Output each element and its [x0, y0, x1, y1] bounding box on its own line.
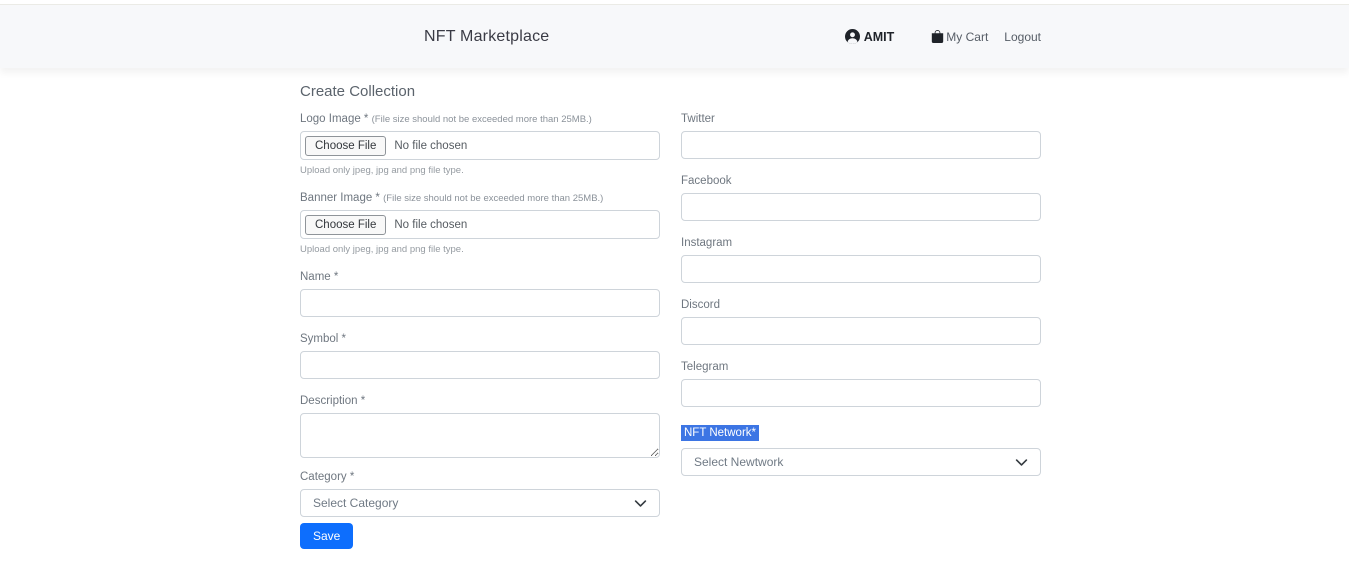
nft-network-select[interactable]: Select Newtwork: [681, 448, 1041, 476]
nav-cart-label: My Cart: [946, 30, 988, 44]
category-select[interactable]: Select Category: [300, 489, 660, 517]
logo-image-size-note: (File size should not be exceeded more t…: [372, 114, 592, 125]
telegram-label: Telegram: [681, 361, 1041, 373]
description-field[interactable]: [300, 413, 660, 458]
bag-icon: [931, 30, 944, 43]
network-selected-value: Select Newtwork: [694, 455, 783, 469]
nav-logout[interactable]: Logout: [1004, 30, 1041, 44]
chevron-down-icon: [634, 497, 647, 510]
logo-choose-file-button[interactable]: Choose File: [305, 136, 386, 156]
instagram-group: Instagram: [681, 237, 1041, 283]
nft-network-group: NFT Network* Select Newtwork: [681, 423, 1041, 476]
description-group: Description *: [300, 395, 660, 458]
person-circle-icon: [845, 29, 860, 44]
brand-title: NFT Marketplace: [424, 28, 549, 46]
save-button[interactable]: Save: [300, 523, 353, 549]
category-label: Category *: [300, 471, 660, 483]
logo-image-label: Logo Image * (File size should not be ex…: [300, 113, 660, 125]
description-label: Description *: [300, 395, 660, 407]
discord-label: Discord: [681, 299, 1041, 311]
create-collection-form: Create Collection Logo Image * (File siz…: [300, 83, 1041, 549]
banner-choose-file-button[interactable]: Choose File: [305, 215, 386, 235]
symbol-field[interactable]: [300, 351, 660, 379]
logo-file-input[interactable]: Choose File No file chosen: [300, 131, 660, 160]
name-label: Name *: [300, 271, 660, 283]
logo-helper-text: Upload only jpeg, jpg and png file type.: [300, 165, 660, 176]
name-field[interactable]: [300, 289, 660, 317]
telegram-group: Telegram: [681, 361, 1041, 407]
symbol-group: Symbol *: [300, 333, 660, 379]
form-left-column: Logo Image * (File size should not be ex…: [300, 113, 660, 549]
facebook-group: Facebook: [681, 175, 1041, 221]
nav-user-menu[interactable]: AMIT: [845, 29, 895, 44]
nav-my-cart[interactable]: My Cart: [931, 30, 988, 44]
twitter-field[interactable]: [681, 131, 1041, 159]
twitter-label: Twitter: [681, 113, 1041, 125]
category-selected-value: Select Category: [313, 496, 398, 510]
banner-helper-text: Upload only jpeg, jpg and png file type.: [300, 244, 660, 255]
discord-field[interactable]: [681, 317, 1041, 345]
facebook-label: Facebook: [681, 175, 1041, 187]
page-title: Create Collection: [300, 83, 1041, 100]
banner-file-status: No file chosen: [394, 219, 467, 231]
facebook-field[interactable]: [681, 193, 1041, 221]
twitter-group: Twitter: [681, 113, 1041, 159]
instagram-label: Instagram: [681, 237, 1041, 249]
logo-image-group: Logo Image * (File size should not be ex…: [300, 113, 660, 176]
symbol-label: Symbol *: [300, 333, 660, 345]
banner-image-group: Banner Image * (File size should not be …: [300, 192, 660, 255]
instagram-field[interactable]: [681, 255, 1041, 283]
telegram-field[interactable]: [681, 379, 1041, 407]
nav-user-label: AMIT: [864, 30, 895, 44]
banner-file-input[interactable]: Choose File No file chosen: [300, 210, 660, 239]
navbar: NFT Marketplace AMIT: [0, 4, 1349, 68]
form-right-column: Twitter Facebook Instagram Discord Teleg…: [681, 113, 1041, 549]
category-group: Category * Select Category: [300, 471, 660, 517]
discord-group: Discord: [681, 299, 1041, 345]
banner-image-size-note: (File size should not be exceeded more t…: [383, 193, 603, 204]
banner-image-label: Banner Image * (File size should not be …: [300, 192, 660, 204]
name-group: Name *: [300, 271, 660, 317]
logo-file-status: No file chosen: [394, 140, 467, 152]
nft-network-label: NFT Network*: [681, 425, 759, 441]
chevron-down-icon: [1015, 456, 1028, 469]
